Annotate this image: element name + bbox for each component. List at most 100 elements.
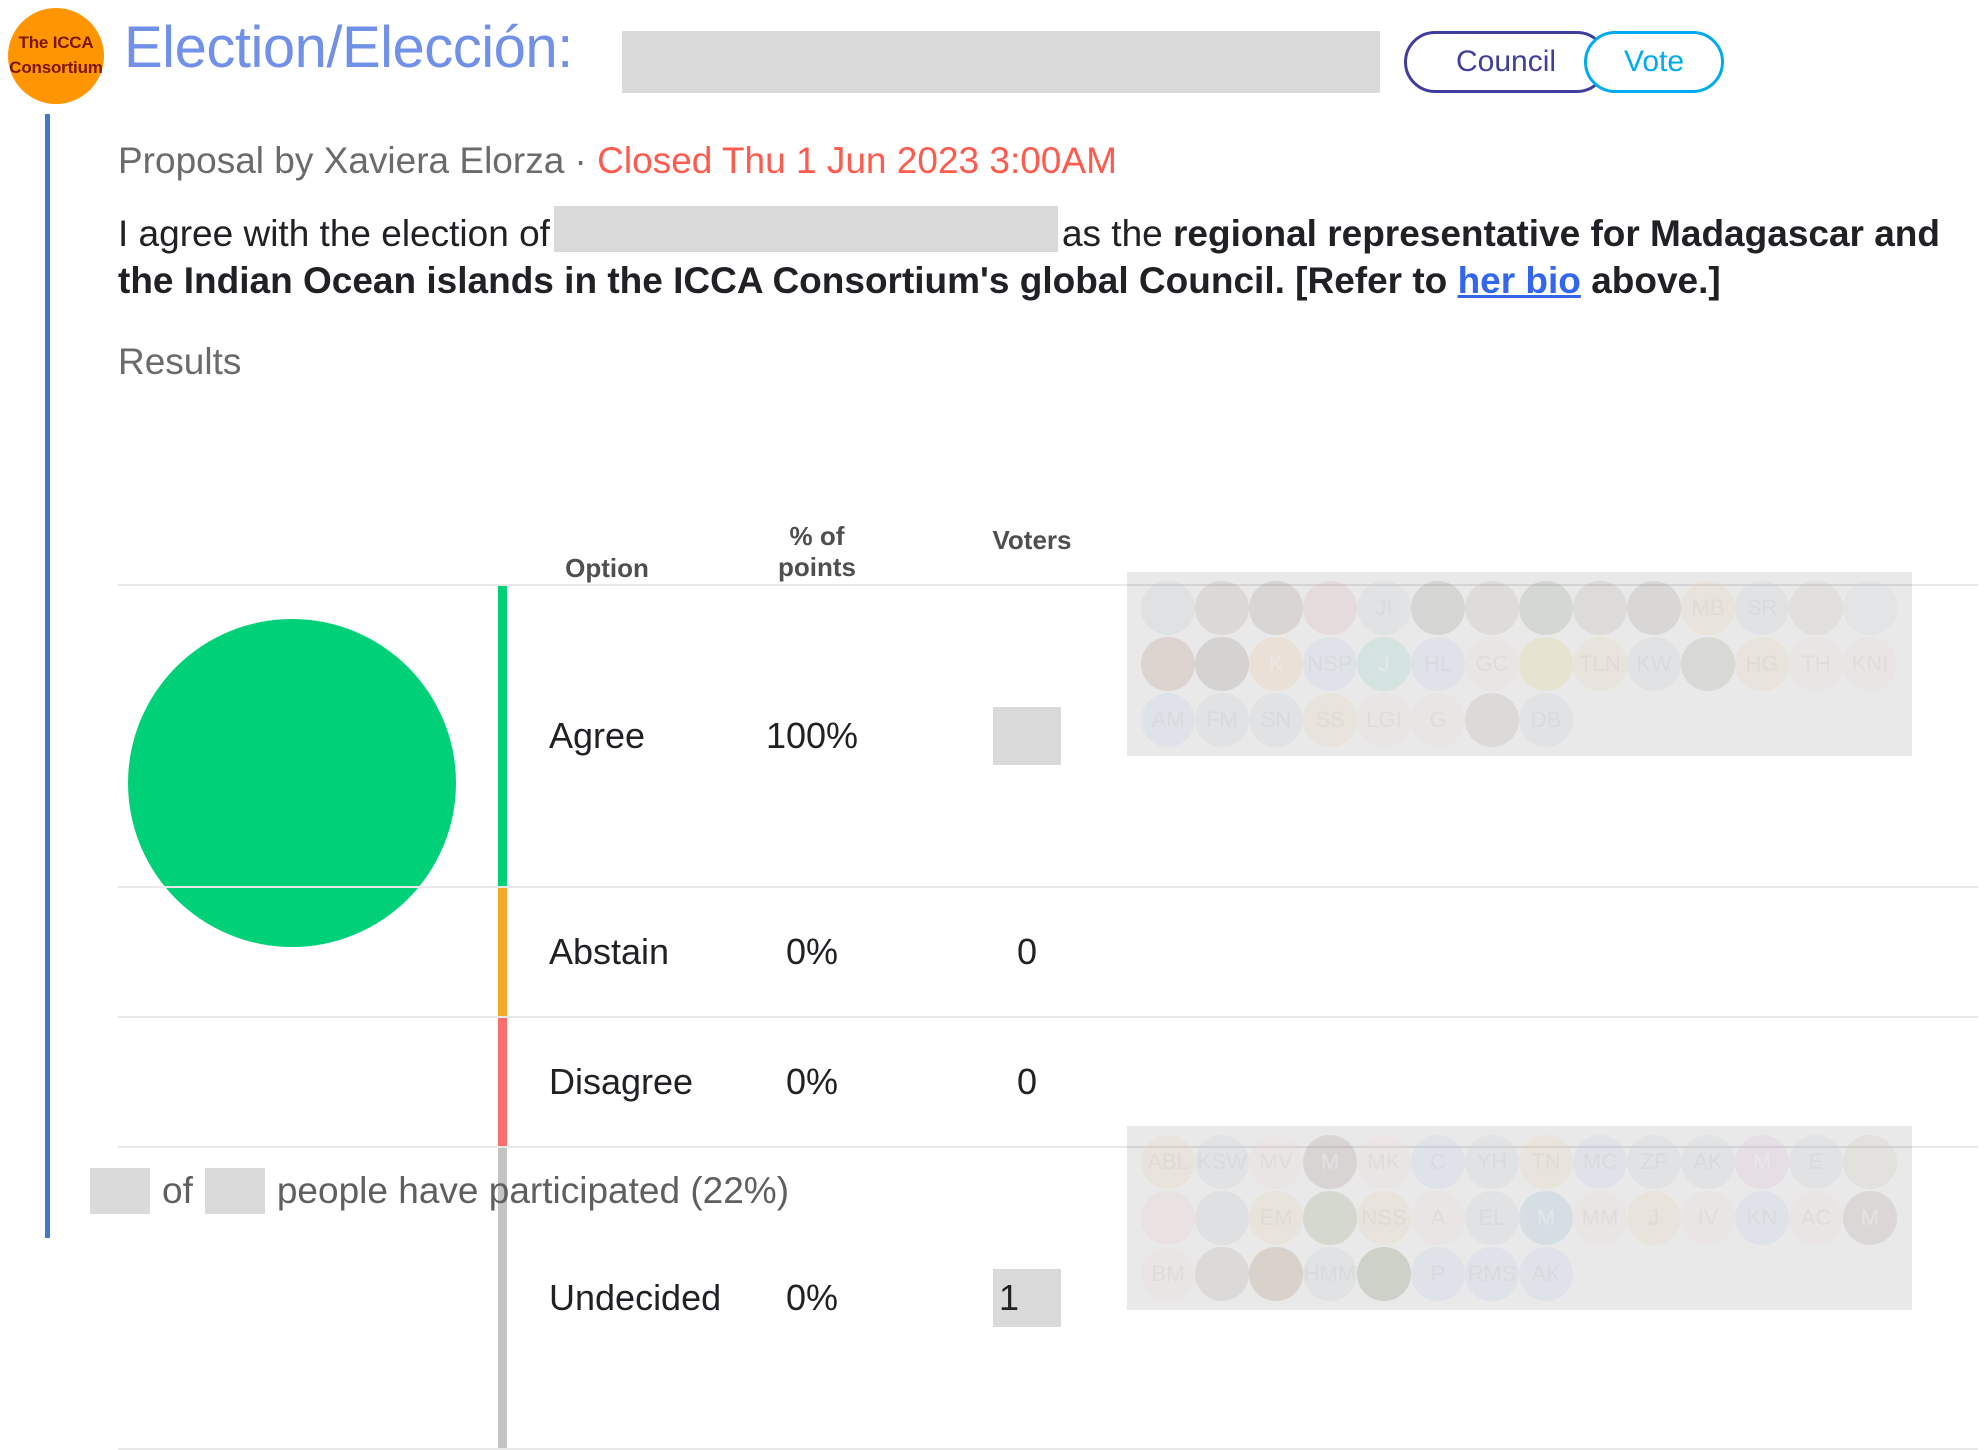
council-button-label: Council — [1455, 45, 1557, 78]
voter-avatar-initials[interactable]: YH — [1465, 1135, 1519, 1189]
voter-avatar-initials[interactable]: JI — [1357, 581, 1411, 635]
voter-avatar-initials[interactable]: AM — [1141, 693, 1195, 747]
voter-avatar-photo[interactable] — [1195, 637, 1249, 691]
proposal-byline: Proposal by Xaviera Elorza · Closed Thu … — [118, 140, 1978, 182]
row-color-bar — [498, 1018, 507, 1146]
vote-button[interactable]: Vote — [1584, 31, 1724, 93]
voter-avatar-initials[interactable]: ABL — [1141, 1135, 1195, 1189]
voter-avatar-initials[interactable]: J — [1357, 637, 1411, 691]
voter-avatar-photo[interactable] — [1843, 581, 1897, 635]
voter-avatar-photo[interactable] — [1519, 637, 1573, 691]
cell-voters-abstain: 0 — [1016, 931, 1038, 972]
voter-avatar-photo[interactable] — [1249, 581, 1303, 635]
voter-avatar-initials[interactable]: M — [1843, 1191, 1897, 1245]
voter-avatar-initials[interactable]: P — [1411, 1247, 1465, 1301]
cell-voters-disagree: 0 — [1016, 1061, 1038, 1102]
council-button[interactable]: Council — [1404, 31, 1608, 93]
voter-avatar-initials[interactable]: MC — [1573, 1135, 1627, 1189]
voter-avatar-initials[interactable]: AC — [1789, 1191, 1843, 1245]
proposal-bold-part2: above.] — [1591, 260, 1721, 302]
voter-avatar-initials[interactable]: NSP — [1303, 637, 1357, 691]
cell-percent-agree: 100% — [765, 715, 859, 756]
voter-avatar-initials[interactable]: AK — [1681, 1135, 1735, 1189]
voter-avatar-initials[interactable]: ZF — [1627, 1135, 1681, 1189]
voter-avatar-initials[interactable]: G — [1411, 693, 1465, 747]
results-table-header: Option % of points Voters — [118, 490, 1978, 584]
voter-avatar-initials[interactable]: E — [1789, 1135, 1843, 1189]
voter-avatar-photo[interactable] — [1141, 1191, 1195, 1245]
voter-avatar-initials[interactable]: TH — [1789, 637, 1843, 691]
voter-avatar-initials[interactable]: A — [1411, 1191, 1465, 1245]
voter-avatar-initials[interactable]: MM — [1573, 1191, 1627, 1245]
cell-percent-abstain: 0% — [785, 931, 839, 972]
voter-avatar-initials[interactable]: FM — [1195, 693, 1249, 747]
voter-avatar-initials[interactable]: AK — [1519, 1247, 1573, 1301]
voter-avatar-initials[interactable]: SS — [1303, 693, 1357, 747]
pie-spacer-cell — [118, 888, 498, 1016]
voter-avatar-initials[interactable]: EM — [1249, 1191, 1303, 1245]
cell-avatars-agree: JI MB SR K NSP J HL GC TLN KW HG TH KNI AM FM SN SS LGI G D… — [1127, 572, 1978, 886]
voter-avatar-photo[interactable] — [1195, 1191, 1249, 1245]
voter-avatar-photo[interactable] — [1465, 693, 1519, 747]
voter-avatar-photo[interactable] — [1195, 581, 1249, 635]
results-pie-chart-cell — [118, 586, 498, 947]
voter-avatar-initials[interactable]: SR — [1735, 581, 1789, 635]
participated-count-redaction — [90, 1168, 150, 1214]
voter-avatar-initials[interactable]: K — [1249, 637, 1303, 691]
column-header-voters: Voters — [992, 525, 1072, 555]
voter-avatar-initials[interactable]: MV — [1249, 1135, 1303, 1189]
voter-avatar-photo[interactable] — [1141, 637, 1195, 691]
voter-avatar-photo[interactable] — [1843, 1135, 1897, 1189]
pie-spacer-cell — [118, 1018, 498, 1146]
voter-avatar-initials[interactable]: MB — [1681, 581, 1735, 635]
page-header: The ICCA Consortium Election/Elección: C… — [0, 0, 1987, 120]
voter-avatar-photo[interactable] — [1249, 1247, 1303, 1301]
voter-avatar-photo[interactable] — [1303, 581, 1357, 635]
voter-avatar-initials[interactable]: MK — [1357, 1135, 1411, 1189]
voter-avatar-initials[interactable]: HL — [1411, 637, 1465, 691]
voter-avatar-initials[interactable]: HMM — [1303, 1247, 1357, 1301]
voter-avatar-initials[interactable]: KW — [1627, 637, 1681, 691]
voter-avatar-initials[interactable]: SN — [1249, 693, 1303, 747]
voter-avatar-initials[interactable]: HG — [1735, 637, 1789, 691]
voter-avatar-photo[interactable] — [1681, 637, 1735, 691]
voter-avatar-initials[interactable]: LGI — [1357, 693, 1411, 747]
voters-partial-digit: 1 — [999, 1277, 1020, 1318]
voter-avatar-initials[interactable]: M — [1303, 1135, 1357, 1189]
voter-avatar-initials[interactable]: KNI — [1843, 637, 1897, 691]
voter-avatar-initials[interactable]: NSS — [1357, 1191, 1411, 1245]
voter-avatar-initials[interactable]: BM — [1141, 1247, 1195, 1301]
voter-avatar-photo[interactable] — [1141, 581, 1195, 635]
voter-avatar-initials[interactable]: RMS — [1465, 1247, 1519, 1301]
cell-avatars-abstain — [1127, 888, 1978, 1016]
voter-avatar-initials[interactable]: TN — [1519, 1135, 1573, 1189]
voter-avatar-initials[interactable]: EL — [1465, 1191, 1519, 1245]
voter-avatar-photo[interactable] — [1627, 581, 1681, 635]
voter-avatar-initials[interactable]: M — [1519, 1191, 1573, 1245]
table-row: Agree 100% JI MB SR K NSP J HL GC TLN KW HG TH KNI AM FM… — [118, 572, 1978, 947]
voter-avatar-initials[interactable]: C — [1411, 1135, 1465, 1189]
voter-avatar-photo[interactable] — [1465, 581, 1519, 635]
voter-avatar-initials[interactable]: TLN — [1573, 637, 1627, 691]
voter-avatar-initials[interactable]: IV — [1681, 1191, 1735, 1245]
voter-avatar-initials[interactable]: KSW — [1195, 1135, 1249, 1189]
voter-avatar-initials[interactable]: M — [1735, 1135, 1789, 1189]
cell-avatars-undecided: ABL KSW MV M MK C YH TN MC ZF AK M E EM NSS A EL M MM J IV KN… — [1127, 1126, 1978, 1448]
voter-avatar-initials[interactable]: KN — [1735, 1191, 1789, 1245]
column-header-percent-points: % of points — [702, 521, 932, 584]
cell-option-agree: Agree — [549, 715, 646, 756]
voter-avatar-photo[interactable] — [1789, 581, 1843, 635]
voter-avatar-photo[interactable] — [1303, 1191, 1357, 1245]
title-redaction-box — [622, 31, 1380, 93]
voter-avatar-initials[interactable]: J — [1627, 1191, 1681, 1245]
voter-avatar-photo[interactable] — [1411, 581, 1465, 635]
voter-avatar-photo[interactable] — [1357, 1247, 1411, 1301]
voter-avatar-photo[interactable] — [1573, 581, 1627, 635]
voter-avatar-initials[interactable]: DB — [1519, 693, 1573, 747]
voter-avatar-initials[interactable]: GC — [1465, 637, 1519, 691]
cell-option-abstain: Abstain — [549, 931, 670, 972]
voter-avatar-photo[interactable] — [1195, 1247, 1249, 1301]
her-bio-link[interactable]: her bio — [1458, 260, 1581, 301]
participation-summary: of people have participated (22%) — [90, 1168, 789, 1214]
voter-avatar-photo[interactable] — [1519, 581, 1573, 635]
